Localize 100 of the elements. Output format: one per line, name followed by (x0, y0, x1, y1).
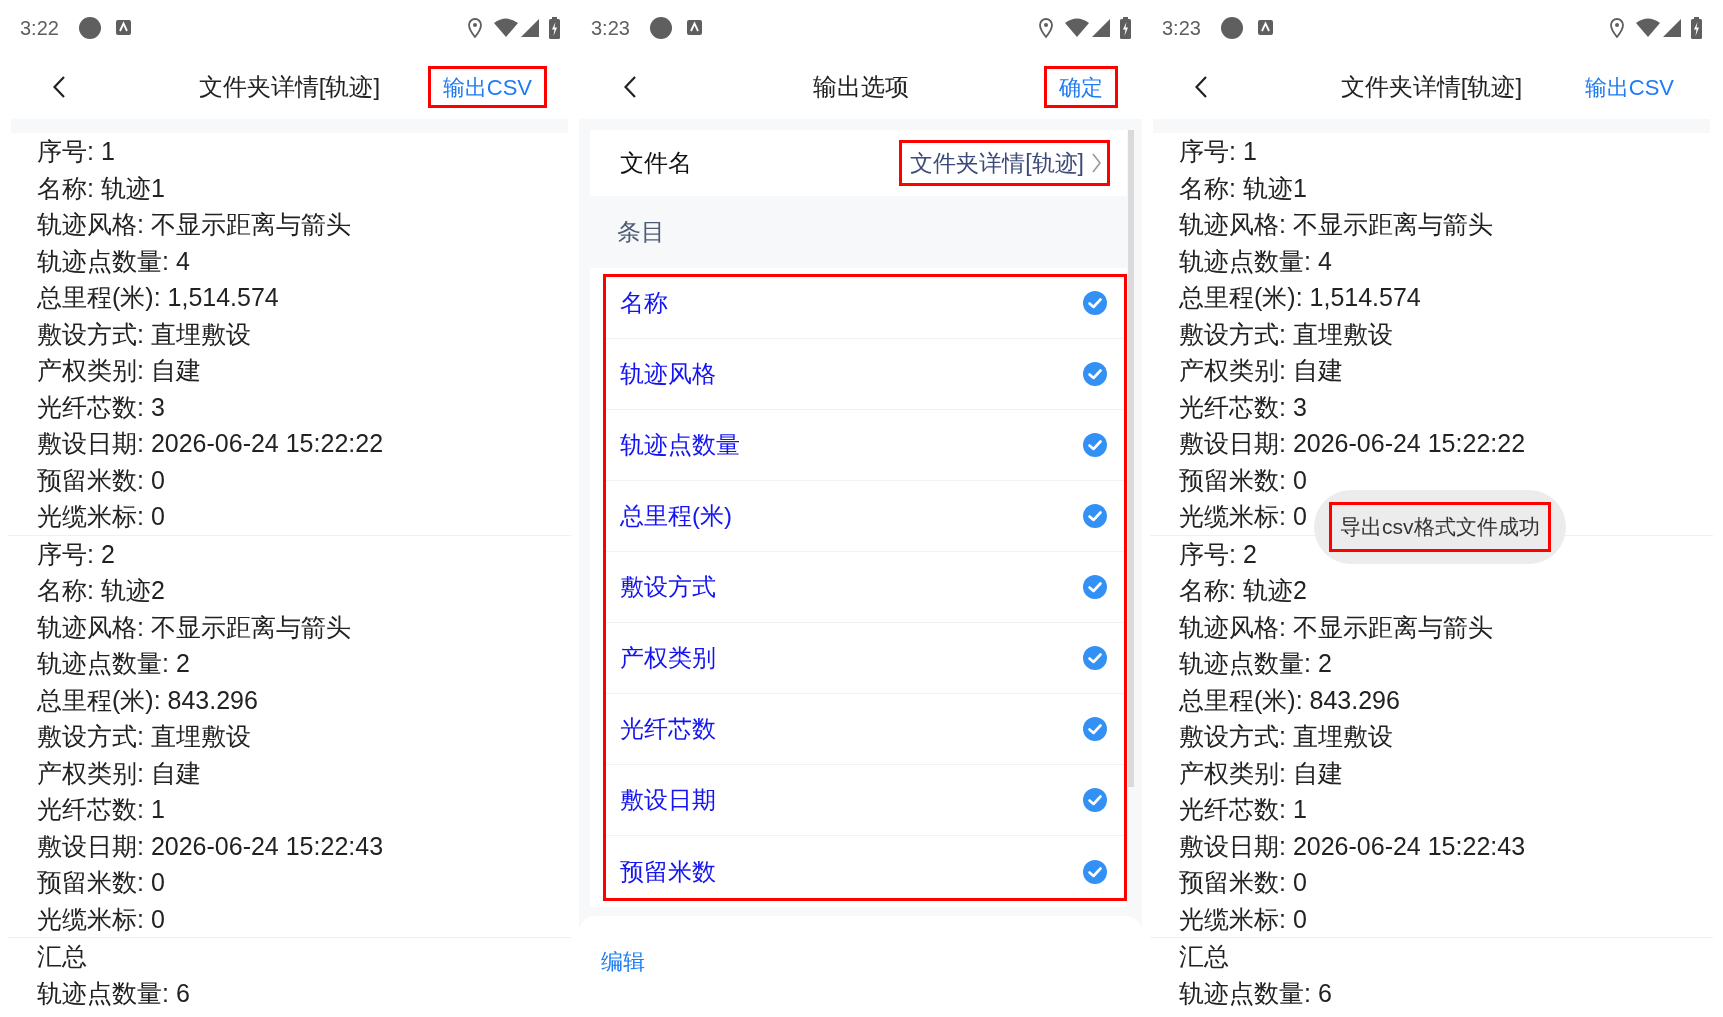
detail-line: 总里程(米): 843.296 (37, 684, 258, 716)
option-label: 总里程(米) (620, 501, 732, 531)
detail-line: 预留米数: 0 (1179, 464, 1307, 496)
check-circle-icon[interactable] (1083, 291, 1107, 315)
detail-line: 预留米数: 0 (1179, 867, 1307, 898)
detail-line: 轨迹点数量: 2 (1179, 648, 1332, 679)
location-pin-icon (468, 17, 482, 38)
back-icon (624, 76, 636, 98)
option-label: 轨迹点数量 (620, 430, 740, 460)
detail-line: 轨迹点数量: 4 (37, 245, 190, 277)
detail-line: 序号: 1 (37, 136, 115, 167)
toast-message: 导出csv格式文件成功 (1329, 502, 1551, 552)
detail-line: 总里程(米): 1,514.574 (37, 282, 279, 313)
header-action-button[interactable]: 确定 (1044, 66, 1118, 108)
battery-charging-icon (549, 16, 560, 39)
tile-icon (686, 20, 702, 35)
wifi-icon (494, 18, 518, 37)
back-button[interactable] (623, 75, 637, 99)
detail-line: 名称: 轨迹1 (37, 172, 165, 204)
option-label: 光纤芯数 (620, 714, 716, 744)
detail-line: 光缆米标: 0 (1179, 501, 1307, 532)
field-label: 文件名 (620, 148, 692, 178)
detail-line: 序号: 2 (37, 538, 115, 570)
section-title: 条目 (617, 217, 665, 247)
cell-signal-icon (521, 18, 539, 37)
back-icon (1195, 76, 1207, 98)
detail-line: 产权类别: 自建 (37, 757, 201, 789)
check-circle-icon[interactable] (1083, 788, 1107, 812)
detail-line: 名称: 轨迹1 (1179, 172, 1307, 204)
detail-line: 敷设方式: 直埋敷设 (1179, 318, 1393, 350)
scrollbar[interactable] (1128, 130, 1134, 787)
option-label: 敷设日期 (620, 785, 716, 815)
detail-line: 轨迹点数量: 6 (1179, 977, 1332, 1009)
detail-line: 序号: 2 (1179, 538, 1257, 570)
header-action-button[interactable]: 输出CSV (427, 66, 547, 108)
detail-line: 敷设方式: 直埋敷设 (37, 318, 251, 350)
screen-title: 文件夹详情[轨迹] (198, 72, 381, 102)
option-label: 产权类别 (620, 643, 716, 673)
screen-title: 文件夹详情[轨迹] (1340, 72, 1523, 102)
detail-line: 光纤芯数: 3 (1179, 391, 1307, 423)
tile-icon (115, 20, 131, 35)
detail-line: 光缆米标: 0 (37, 501, 165, 532)
detail-line: 名称: 轨迹2 (1179, 575, 1307, 606)
cell-signal-icon (1092, 18, 1110, 37)
notification-dot-icon (1220, 16, 1243, 39)
detail-line: 敷设日期: 2026-06-24 15:22:22 (37, 428, 384, 459)
check-circle-icon[interactable] (1083, 575, 1107, 599)
status-time: 3:23 (1162, 17, 1201, 38)
edit-link[interactable]: 编辑 (601, 948, 645, 976)
detail-line: 汇总 (37, 941, 87, 972)
check-circle-icon[interactable] (1083, 362, 1107, 386)
back-icon (53, 76, 65, 98)
check-circle-icon[interactable] (1083, 859, 1107, 884)
detail-line: 序号: 1 (1179, 136, 1257, 167)
check-circle-icon[interactable] (1083, 646, 1107, 670)
detail-line: 轨迹风格: 不显示距离与箭头 (1179, 611, 1493, 643)
file-name-value[interactable]: 文件夹详情[轨迹] (899, 140, 1110, 186)
detail-line: 轨迹风格: 不显示距离与箭头 (1179, 209, 1493, 240)
detail-line: 敷设日期: 2026-06-24 15:22:43 (1179, 830, 1526, 862)
status-time: 3:23 (591, 17, 630, 38)
check-circle-icon[interactable] (1083, 504, 1107, 528)
back-button[interactable] (52, 75, 66, 99)
cell-signal-icon (1663, 18, 1681, 37)
notification-dot-icon (78, 16, 101, 39)
status-time: 3:22 (20, 17, 59, 38)
detail-line: 轨迹风格: 不显示距离与箭头 (37, 611, 351, 643)
option-label: 敷设方式 (620, 572, 716, 602)
header-action-button[interactable]: 输出CSV (1569, 66, 1689, 108)
check-circle-icon[interactable] (1083, 717, 1107, 741)
chevron-right-icon (1092, 153, 1101, 173)
option-label: 预留米数 (620, 856, 716, 887)
detail-line: 敷设方式: 直埋敷设 (37, 721, 251, 752)
wifi-icon (1065, 18, 1089, 37)
detail-line: 光纤芯数: 1 (1179, 794, 1307, 825)
detail-line: 光缆米标: 0 (1179, 903, 1307, 935)
detail-line: 敷设日期: 2026-06-24 15:22:22 (1179, 428, 1526, 459)
wifi-icon (1636, 18, 1660, 37)
detail-line: 轨迹风格: 不显示距离与箭头 (37, 209, 351, 240)
location-pin-icon (1610, 17, 1624, 38)
detail-line: 产权类别: 自建 (1179, 355, 1343, 386)
tile-icon (1257, 20, 1273, 35)
option-label: 名称 (620, 288, 668, 318)
detail-line: 光缆米标: 0 (37, 903, 165, 935)
detail-line: 光纤芯数: 3 (37, 391, 165, 423)
detail-line: 总里程(米): 1,514.574 (1179, 282, 1421, 313)
back-button[interactable] (1194, 75, 1208, 99)
detail-line: 名称: 轨迹2 (37, 575, 165, 606)
detail-line: 汇总 (1179, 941, 1229, 972)
detail-line: 预留米数: 0 (37, 464, 165, 496)
detail-line: 总里程(米): 843.296 (1179, 684, 1400, 716)
detail-line: 敷设日期: 2026-06-24 15:22:43 (37, 830, 384, 862)
detail-line: 产权类别: 自建 (37, 355, 201, 386)
detail-line: 产权类别: 自建 (1179, 757, 1343, 789)
location-pin-icon (1039, 17, 1053, 38)
detail-line: 轨迹点数量: 2 (37, 648, 190, 679)
option-label: 轨迹风格 (620, 359, 716, 389)
battery-charging-icon (1691, 16, 1702, 39)
detail-line: 预留米数: 0 (37, 867, 165, 898)
check-circle-icon[interactable] (1083, 433, 1107, 457)
detail-line: 轨迹点数量: 6 (37, 977, 190, 1009)
